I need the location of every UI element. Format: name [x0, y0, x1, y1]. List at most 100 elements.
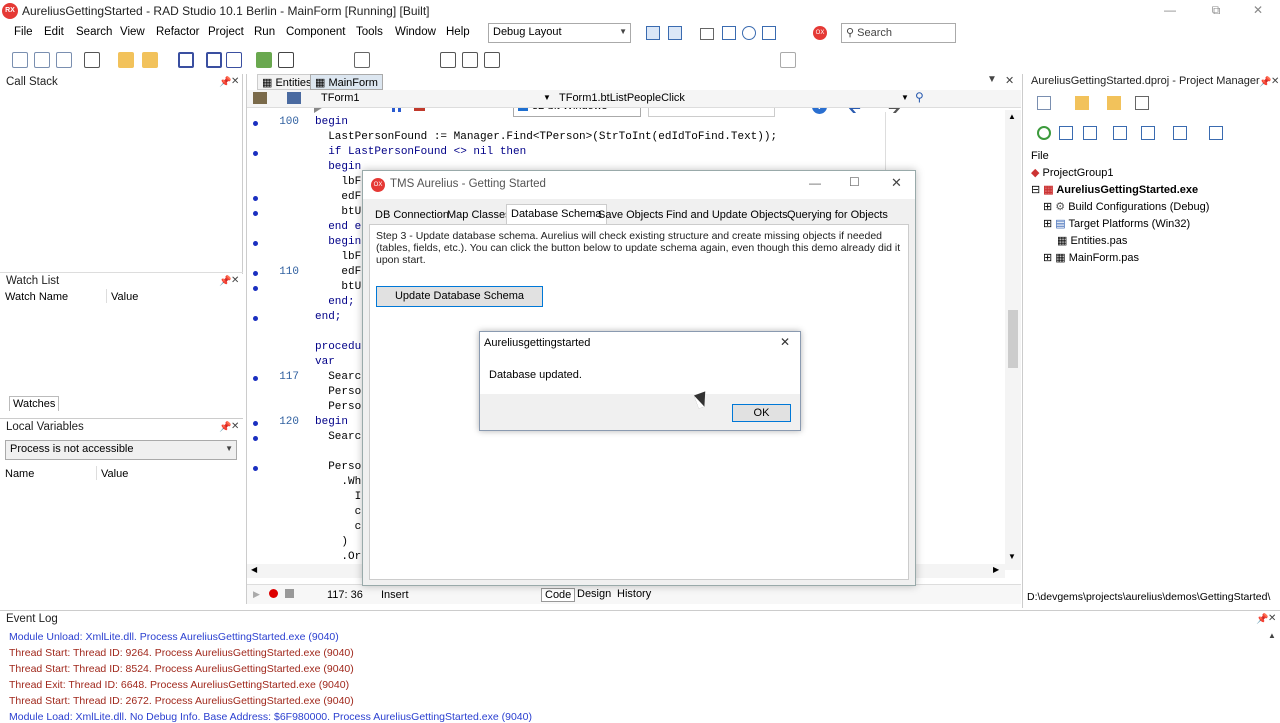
chevron-down-icon[interactable]: ▼ [1008, 552, 1016, 561]
menu-help[interactable]: Help [446, 26, 470, 38]
config-icon[interactable] [1141, 126, 1155, 140]
layout-switch-icon[interactable] [668, 26, 682, 40]
chevron-right-icon[interactable]: ▶ [993, 565, 999, 574]
tab-entities[interactable]: ▦ Entities [257, 74, 317, 90]
close-icon[interactable]: ✕ [231, 76, 239, 87]
view-icon[interactable] [1135, 96, 1149, 110]
class-browser-icon[interactable] [253, 92, 267, 104]
stop-macro-icon[interactable] [285, 589, 294, 598]
code-line[interactable]: procedu [315, 341, 361, 353]
code-line[interactable]: btU [315, 281, 361, 293]
open-icon[interactable] [118, 52, 134, 68]
tree-project-group[interactable]: ◆ ProjectGroup1 [1031, 166, 1113, 179]
new-project-icon[interactable] [1037, 96, 1051, 110]
breakpoint-marker-icon[interactable] [253, 466, 258, 471]
tree-build-configs[interactable]: ⊞ ⚙ Build Configurations (Debug) [1043, 200, 1209, 213]
expand-icon[interactable] [1083, 126, 1097, 140]
code-line[interactable]: c [315, 506, 362, 518]
restore-icon[interactable]: ⧉ [1194, 0, 1238, 22]
code-line[interactable]: c [315, 521, 362, 533]
code-line[interactable]: I [315, 491, 362, 503]
run-without-debug-icon[interactable] [354, 52, 370, 68]
ide-search-input[interactable]: ⚲ Search [841, 23, 956, 43]
layout-combo[interactable]: Debug Layout ▼ [488, 23, 631, 43]
menu-run[interactable]: Run [254, 26, 275, 38]
list-icon[interactable] [1113, 126, 1127, 140]
code-line[interactable]: end; [315, 296, 354, 308]
code-line[interactable]: .Or [315, 551, 361, 563]
platform-icon[interactable] [1209, 126, 1223, 140]
help-icon[interactable] [742, 26, 756, 40]
code-line[interactable]: end; [315, 311, 341, 323]
tab-code[interactable]: Code [541, 588, 576, 602]
tab-mainform[interactable]: ▦ MainForm [310, 74, 383, 90]
menu-file[interactable]: File [14, 26, 33, 38]
code-line[interactable]: end e [315, 221, 361, 233]
close-icon[interactable]: ✕ [231, 275, 239, 286]
minimize-icon[interactable]: — [809, 176, 821, 190]
code-line[interactable]: btU [315, 206, 361, 218]
code-line[interactable]: if LastPersonFound <> nil then [315, 146, 526, 158]
menu-window[interactable]: Window [395, 26, 436, 38]
open-project-folder-icon[interactable] [256, 52, 272, 68]
breakpoint-marker-icon[interactable] [253, 271, 258, 276]
scroll-thumb[interactable] [1008, 310, 1018, 368]
code-line[interactable]: Perso [315, 461, 361, 473]
breakpoint-marker-icon[interactable] [253, 316, 258, 321]
trace-into-icon[interactable] [440, 52, 456, 68]
tree-target-platforms[interactable]: ⊞ ▤ Target Platforms (Win32) [1043, 217, 1190, 230]
expand-icon[interactable]: ⊞ [1043, 252, 1055, 264]
breakpoint-marker-icon[interactable] [253, 151, 258, 156]
folder-icon[interactable] [1107, 96, 1121, 110]
breakpoint-marker-icon[interactable] [253, 286, 258, 291]
close-icon[interactable]: ✕ [231, 421, 239, 432]
expand-icon[interactable]: ⊞ [1043, 218, 1055, 230]
expand-icon[interactable]: ⊞ [1043, 201, 1055, 213]
code-line[interactable]: .Wh [315, 476, 361, 488]
code-line[interactable]: begin [315, 236, 361, 248]
menu-project[interactable]: Project [208, 26, 244, 38]
code-line[interactable]: Perso [315, 401, 361, 413]
class-combo[interactable]: TForm1 [321, 92, 360, 104]
code-line[interactable]: ) [315, 536, 348, 548]
mail-icon[interactable] [700, 28, 714, 40]
tab-find-update[interactable]: Find and Update Objects [662, 206, 792, 224]
breakpoint-marker-icon[interactable] [253, 196, 258, 201]
import-icon[interactable] [762, 26, 776, 40]
tab-database-schema[interactable]: Database Schema [506, 204, 607, 224]
chevron-left-icon[interactable]: ◀ [251, 565, 257, 574]
vertical-scrollbar[interactable]: ▲ ▼ [1005, 110, 1021, 570]
menu-tools[interactable]: Tools [356, 26, 383, 38]
open-project-icon[interactable] [142, 52, 158, 68]
close-icon[interactable]: ✕ [1268, 613, 1276, 624]
tab-design[interactable]: Design [577, 588, 611, 600]
pin-icon[interactable]: 📌 [219, 422, 231, 433]
watch-name-header[interactable]: Watch Name [5, 291, 68, 303]
device-manager-icon[interactable] [780, 52, 796, 68]
build-icon[interactable] [1173, 126, 1187, 140]
run-to-cursor-icon[interactable] [484, 52, 500, 68]
code-line[interactable]: Searc [315, 431, 361, 443]
tab-history[interactable]: History [617, 588, 651, 600]
save-icon[interactable] [178, 52, 194, 68]
ok-button[interactable]: OK [732, 404, 791, 422]
local-name-header[interactable]: Name [5, 468, 34, 480]
minimize-icon[interactable]: — [1148, 0, 1192, 22]
code-line[interactable]: begin [315, 116, 348, 128]
menu-edit[interactable]: Edit [44, 26, 64, 38]
chevron-down-icon[interactable]: ▼ [901, 93, 909, 102]
sort-icon[interactable] [1059, 126, 1073, 140]
pin-icon[interactable]: 📌 [219, 276, 231, 287]
menu-component[interactable]: Component [286, 26, 345, 38]
tab-save-objects[interactable]: Save Objects [594, 206, 667, 224]
tab-map-classes[interactable]: Map Classes [443, 206, 515, 224]
play-macro-icon[interactable]: ▶ [253, 589, 260, 600]
new-items-icon[interactable] [34, 52, 50, 68]
chevron-down-icon[interactable]: ▼ [543, 93, 551, 102]
code-line[interactable]: begin [315, 161, 361, 173]
save-all-icon[interactable] [206, 52, 222, 68]
add-icon[interactable] [1075, 96, 1089, 110]
pin-icon[interactable]: 📌 [1259, 77, 1271, 88]
close-icon[interactable]: ✕ [1271, 76, 1279, 87]
collapse-icon[interactable]: ⊟ [1031, 184, 1043, 196]
